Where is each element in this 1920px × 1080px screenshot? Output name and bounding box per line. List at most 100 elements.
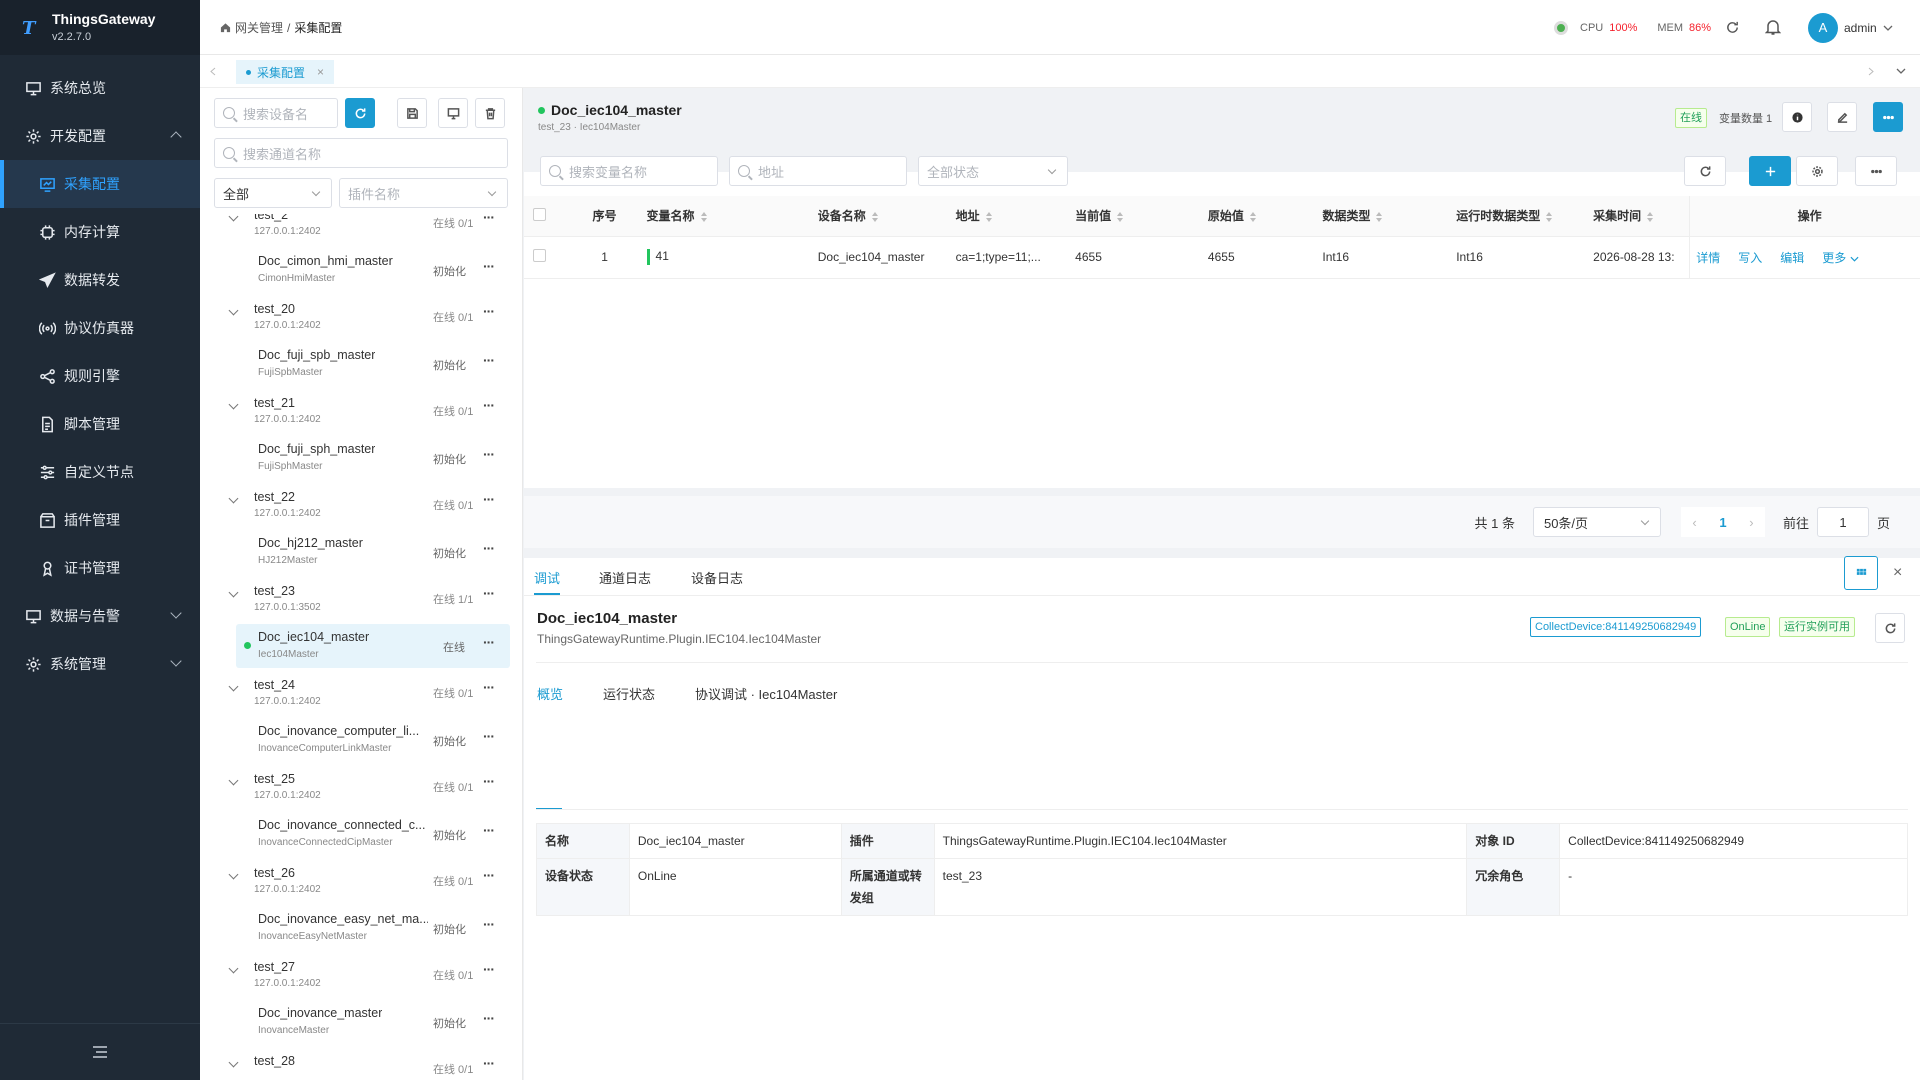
device-item[interactable]: Doc_cimon_hmi_master CimonHmiMaster 初始化 ··· — [236, 248, 510, 292]
more-icon[interactable]: ··· — [483, 961, 495, 977]
chevron-down-icon[interactable] — [228, 1057, 239, 1068]
tabs-menu-chevron-icon[interactable] — [1896, 68, 1906, 74]
channel-group[interactable]: test_2 127.0.0.1:2402 在线 0/1 ··· — [200, 214, 510, 248]
more-icon[interactable]: ··· — [483, 540, 495, 556]
chevron-down-icon[interactable] — [228, 869, 239, 880]
more-icon[interactable]: ··· — [483, 679, 495, 695]
sort-icon[interactable] — [1376, 212, 1383, 223]
col-current[interactable]: 当前值 — [1066, 196, 1199, 237]
chevron-down-icon[interactable] — [228, 399, 239, 410]
device-item[interactable]: Doc_inovance_computer_li... InovanceCompu… — [236, 718, 510, 762]
channel-group[interactable]: test_27 127.0.0.1:2402 在线 0/1 ··· — [200, 956, 510, 1000]
search-variable-input[interactable]: 搜索变量名称 — [540, 156, 718, 186]
refresh-tree-button[interactable] — [345, 98, 375, 128]
col-address[interactable]: 地址 — [946, 196, 1067, 237]
tab-channel-log[interactable]: 通道日志 — [599, 568, 651, 587]
tabs-scroll-right-icon[interactable] — [1868, 67, 1874, 76]
channel-group[interactable]: test_26 127.0.0.1:2402 在线 0/1 ··· — [200, 862, 510, 906]
edit-link[interactable]: 编辑 — [1780, 251, 1804, 265]
sidebar-item-3[interactable]: 内存计算 — [0, 208, 200, 256]
chevron-down-icon[interactable] — [228, 493, 239, 504]
more-icon[interactable]: ··· — [483, 585, 495, 601]
more-icon[interactable]: ··· — [483, 446, 495, 462]
col-var-name[interactable]: 变量名称 — [637, 196, 809, 237]
table-row[interactable]: 1 41 Doc_iec104_master ca=1;type=11;... … — [524, 236, 1920, 279]
tabs-scroll-left-icon[interactable] — [210, 67, 216, 76]
subtab-overview[interactable]: 概览 — [537, 684, 563, 703]
col-time[interactable]: 采集时间 — [1584, 196, 1690, 237]
address-input[interactable]: 地址 — [729, 156, 907, 186]
sort-icon[interactable] — [1249, 212, 1256, 223]
monitor-button[interactable] — [438, 98, 468, 128]
channel-group[interactable]: test_23 127.0.0.1:3502 在线 1/1 ··· — [200, 580, 510, 624]
col-dtype[interactable]: 数据类型 — [1313, 196, 1448, 237]
sort-icon[interactable] — [985, 212, 992, 223]
subtab-runtime-status[interactable]: 运行状态 — [603, 684, 655, 703]
more-icon[interactable]: ··· — [483, 397, 495, 413]
more-icon[interactable]: ··· — [483, 1010, 495, 1026]
settings-button[interactable] — [1796, 156, 1838, 186]
page-size-select[interactable]: 50条/页 — [1532, 507, 1661, 537]
device-item[interactable]: Doc_inovance_connected_c... InovanceConne… — [236, 812, 510, 856]
next-page-icon[interactable]: › — [1749, 515, 1753, 530]
current-page[interactable]: 1 — [1719, 515, 1726, 530]
more-icon[interactable]: ··· — [483, 773, 495, 789]
channel-group[interactable]: test_25 127.0.0.1:2402 在线 0/1 ··· — [200, 768, 510, 812]
edit-device-button[interactable] — [1827, 102, 1857, 132]
sort-icon[interactable] — [1546, 212, 1553, 223]
refresh-variables-button[interactable] — [1684, 156, 1726, 186]
more-device-button[interactable] — [1873, 102, 1903, 132]
device-item[interactable]: Doc_inovance_master InovanceMaster 初始化 ··· — [236, 1000, 510, 1044]
delete-button[interactable] — [475, 98, 505, 128]
select-all-checkbox[interactable] — [533, 207, 546, 221]
device-item[interactable]: Doc_iec104_master Iec104Master 在线 ··· — [236, 624, 510, 668]
close-icon[interactable]: × — [1893, 564, 1902, 582]
goto-input[interactable]: 1 — [1816, 507, 1869, 537]
subtab-protocol-debug[interactable]: 协议调试 · Iec104Master — [695, 684, 837, 703]
save-button[interactable] — [397, 98, 427, 128]
sidebar-item-7[interactable]: 脚本管理 — [0, 400, 200, 448]
sidebar-item-2[interactable]: 采集配置 — [0, 160, 200, 208]
more-icon[interactable]: ··· — [483, 867, 495, 883]
sort-icon[interactable] — [700, 212, 707, 223]
row-checkbox[interactable] — [533, 249, 546, 262]
chevron-down-icon[interactable] — [1850, 256, 1859, 262]
status-filter-select[interactable]: 全部状态 — [918, 156, 1068, 186]
prev-page-icon[interactable]: ‹ — [1692, 515, 1696, 530]
device-item[interactable]: Doc_inovance_easy_net_ma... InovanceEasyN… — [236, 906, 510, 950]
chevron-down-icon[interactable] — [228, 681, 239, 692]
add-variable-button[interactable] — [1749, 156, 1791, 186]
channel-group[interactable]: test_24 127.0.0.1:2402 在线 0/1 ··· — [200, 674, 510, 718]
col-rtype[interactable]: 运行时数据类型 — [1447, 196, 1585, 237]
notifications-button[interactable] — [1765, 0, 1781, 55]
device-item[interactable]: Doc_hj212_master HJ212Master 初始化 ··· — [236, 530, 510, 574]
sort-icon[interactable] — [1647, 212, 1654, 223]
tab-device-log[interactable]: 设备日志 — [691, 568, 743, 587]
sidebar-item-8[interactable]: 自定义节点 — [0, 448, 200, 496]
channel-group[interactable]: test_20 127.0.0.1:2402 在线 0/1 ··· — [200, 298, 510, 342]
tab-debug[interactable]: 调试 — [534, 568, 560, 587]
chevron-down-icon[interactable] — [228, 305, 239, 316]
sidebar-item-11[interactable]: 数据与告警 — [0, 592, 200, 640]
write-link[interactable]: 写入 — [1738, 251, 1762, 265]
filter-select[interactable]: 全部 — [214, 178, 332, 208]
sidebar-item-4[interactable]: 数据转发 — [0, 256, 200, 304]
col-device-name[interactable]: 设备名称 — [808, 196, 947, 237]
user-menu[interactable]: A admin — [1808, 0, 1893, 55]
sidebar-item-12[interactable]: 系统管理 — [0, 640, 200, 688]
more-icon[interactable]: ··· — [483, 352, 495, 368]
tab-collect-config[interactable]: 采集配置 × — [236, 60, 335, 84]
chevron-down-icon[interactable] — [228, 587, 239, 598]
collapse-menu-button[interactable] — [0, 1023, 200, 1080]
channel-group[interactable]: test_21 127.0.0.1:2402 在线 0/1 ··· — [200, 392, 510, 436]
sort-icon[interactable] — [1117, 212, 1124, 223]
more-icon[interactable]: ··· — [483, 634, 495, 650]
chevron-down-icon[interactable] — [228, 775, 239, 786]
more-icon[interactable]: ··· — [483, 822, 495, 838]
more-icon[interactable]: ··· — [483, 1055, 495, 1071]
more-icon[interactable]: ··· — [483, 491, 495, 507]
refresh-debug-button[interactable] — [1875, 613, 1905, 643]
tab-close-icon[interactable]: × — [317, 65, 324, 79]
search-device-input[interactable]: 搜索设备名 — [214, 98, 338, 128]
chevron-down-icon[interactable] — [228, 214, 239, 222]
